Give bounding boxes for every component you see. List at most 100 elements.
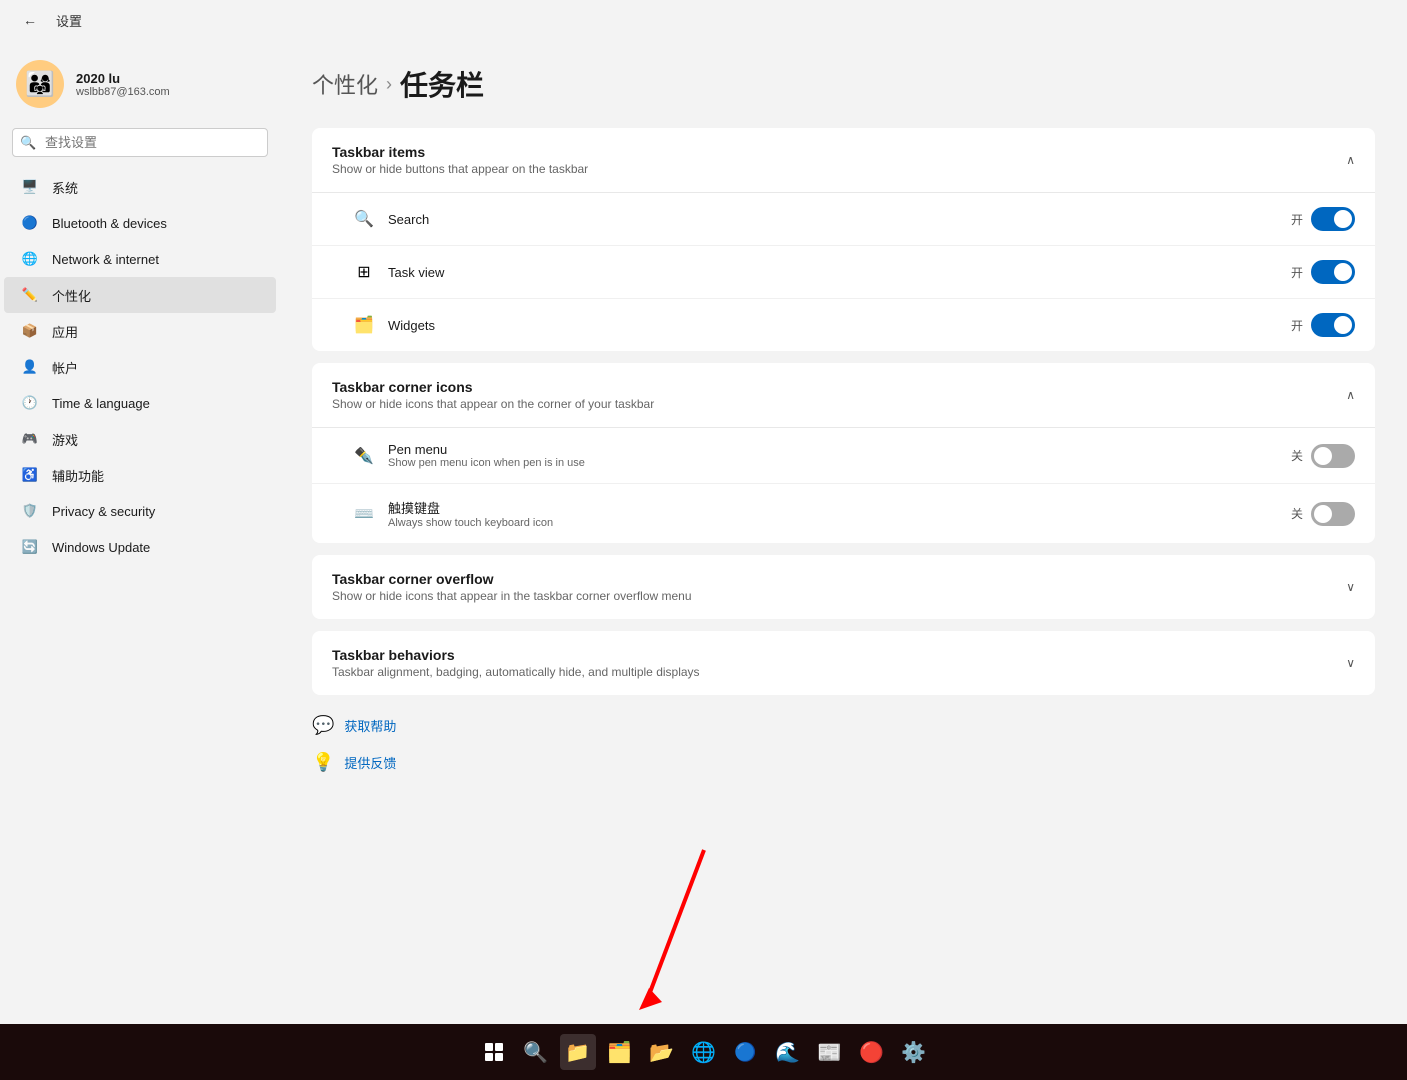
sidebar-label-accessibility: 辅助功能 [52,466,260,485]
section-title-taskbar_corner_icons: Taskbar corner icons [332,379,654,395]
section-chevron-taskbar_corner_icons: ∧ [1346,388,1355,402]
pen_menu-title: Pen menu [388,442,1279,457]
sidebar-item-privacy[interactable]: 🛡️Privacy & security [4,493,276,529]
user-email: wslbb87@163.com [76,86,170,98]
task_view-toggle[interactable] [1311,260,1355,284]
content-area: 个性化 › 任务栏 Taskbar itemsShow or hide butt… [280,40,1407,1024]
sidebar-item-network[interactable]: 🌐Network & internet [4,241,276,277]
taskbar-settings[interactable]: ⚙️ [896,1034,932,1070]
title-bar: ← 设置 [0,0,1407,40]
search-icon: 🔍 [20,135,36,151]
windows-icon [485,1043,503,1061]
windows_update-icon: 🔄 [20,537,40,557]
taskbar-edge[interactable]: 🌊 [770,1034,806,1070]
widgets-row-icon: 🗂️ [352,313,376,337]
help-icon: 💬 [312,715,334,736]
section-subtitle-taskbar_corner_overflow: Show or hide icons that appear in the ta… [332,589,692,603]
pen_menu-subtitle: Show pen menu icon when pen is in use [388,457,1279,469]
search-title: Search [388,212,1279,227]
feedback-link[interactable]: 提供反馈 [344,753,396,772]
section-subtitle-taskbar_behaviors: Taskbar alignment, badging, automaticall… [332,665,700,679]
pen_menu-toggle-label: 关 [1291,447,1303,464]
get-help-link[interactable]: 获取帮助 [344,716,396,735]
taskbar-file-manager[interactable]: 📁 [560,1034,596,1070]
sidebar-label-accounts: 帐户 [52,358,260,377]
apps-icon: 📦 [20,321,40,341]
search-box: 🔍 [12,128,268,157]
page-title: 任务栏 [400,64,484,104]
section-header-taskbar_corner_overflow[interactable]: Taskbar corner overflow Show or hide icon… [312,555,1375,619]
start-button[interactable] [476,1034,512,1070]
accounts-icon: 👤 [20,357,40,377]
user-info: 2020 lu wslbb87@163.com [76,71,170,98]
time-icon: 🕐 [20,393,40,413]
pen_menu-toggle[interactable] [1311,444,1355,468]
help-links: 💬 获取帮助 💡 提供反馈 [312,711,1375,777]
network-icon: 🌐 [20,249,40,269]
taskbar-explorer[interactable]: 📂 [644,1034,680,1070]
breadcrumb-parent: 个性化 [312,68,378,100]
section-header-taskbar_corner_icons[interactable]: Taskbar corner icons Show or hide icons t… [312,363,1375,428]
accessibility-icon: ♿ [20,465,40,485]
breadcrumb: 个性化 › 任务栏 [312,64,1375,104]
sidebar-item-bluetooth[interactable]: 🔵Bluetooth & devices [4,205,276,241]
section-taskbar_behaviors: Taskbar behaviors Taskbar alignment, badg… [312,631,1375,695]
section-chevron-taskbar_items: ∧ [1346,153,1355,167]
sidebar-item-time[interactable]: 🕐 Time & language [4,385,276,421]
sidebar: 👨‍👩‍👧 2020 lu wslbb87@163.com 🔍 🖥️ 系统 🔵Blu… [0,40,280,1024]
system-icon: 🖥️ [20,177,40,197]
widgets-toggle-label: 开 [1291,317,1303,334]
sidebar-item-gaming[interactable]: 🎮游戏 [4,421,276,457]
taskbar-browser1[interactable]: 🌐 [686,1034,722,1070]
touch_keyboard-title: 触摸键盘 [388,498,1279,517]
section-title-taskbar_items: Taskbar items [332,144,588,160]
section-title-taskbar_corner_overflow: Taskbar corner overflow [332,571,692,587]
touch_keyboard-row-icon: ⌨️ [352,502,376,526]
sidebar-item-accessibility[interactable]: ♿ 辅助功能 [4,457,276,493]
taskbar-app1[interactable]: 📰 [812,1034,848,1070]
main-layout: 👨‍👩‍👧 2020 lu wslbb87@163.com 🔍 🖥️ 系统 🔵Blu… [0,40,1407,1024]
sidebar-label-time: Time & language [52,396,260,411]
section-taskbar_corner_icons: Taskbar corner icons Show or hide icons t… [312,363,1375,543]
touch_keyboard-toggle[interactable] [1311,502,1355,526]
search-toggle-label: 开 [1291,211,1303,228]
setting-row-touch_keyboard: ⌨️ 触摸键盘Always show touch keyboard icon 关 [312,484,1375,543]
task_view-row-icon: ⊞ [352,260,376,284]
sidebar-label-system: 系统 [52,178,260,197]
setting-row-pen_menu: ✒️Pen menuShow pen menu icon when pen is… [312,428,1375,484]
section-chevron-taskbar_corner_overflow: ∨ [1346,580,1355,594]
widgets-toggle[interactable] [1311,313,1355,337]
feedback-icon: 💡 [312,752,334,773]
task_view-title: Task view [388,265,1279,280]
taskbar-search[interactable]: 🔍 [518,1034,554,1070]
taskbar-app2[interactable]: 🔴 [854,1034,890,1070]
touch_keyboard-toggle-label: 关 [1291,505,1303,522]
setting-row-widgets: 🗂️ Widgets 开 [312,299,1375,351]
nav-list: 🖥️ 系统 🔵Bluetooth & devices🌐Network & inter… [0,169,280,565]
feedback-row: 💡 提供反馈 [312,748,1375,777]
avatar: 👨‍👩‍👧 [16,60,64,108]
taskbar-widgets[interactable]: 🗂️ [602,1034,638,1070]
section-header-taskbar_behaviors[interactable]: Taskbar behaviors Taskbar alignment, badg… [312,631,1375,695]
back-button[interactable]: ← [16,6,44,34]
touch_keyboard-subtitle: Always show touch keyboard icon [388,517,1279,529]
section-taskbar_corner_overflow: Taskbar corner overflow Show or hide icon… [312,555,1375,619]
search-input[interactable] [12,128,268,157]
search-toggle[interactable] [1311,207,1355,231]
user-profile: 👨‍👩‍👧 2020 lu wslbb87@163.com [0,48,280,128]
sidebar-item-apps[interactable]: 📦应用 [4,313,276,349]
sidebar-label-privacy: Privacy & security [52,504,260,519]
section-title-taskbar_behaviors: Taskbar behaviors [332,647,700,663]
task_view-toggle-label: 开 [1291,264,1303,281]
sidebar-item-windows_update[interactable]: 🔄Windows Update [4,529,276,565]
sidebar-item-system[interactable]: 🖥️ 系统 [4,169,276,205]
section-chevron-taskbar_behaviors: ∨ [1346,656,1355,670]
bluetooth-icon: 🔵 [20,213,40,233]
taskbar-chrome[interactable]: 🔵 [728,1034,764,1070]
section-header-taskbar_items[interactable]: Taskbar itemsShow or hide buttons that a… [312,128,1375,193]
sidebar-item-personalization[interactable]: ✏️个性化 [4,277,276,313]
section-subtitle-taskbar_corner_icons: Show or hide icons that appear on the co… [332,397,654,411]
sidebar-item-accounts[interactable]: 👤 帐户 [4,349,276,385]
breadcrumb-chevron: › [386,74,392,95]
widgets-title: Widgets [388,318,1279,333]
